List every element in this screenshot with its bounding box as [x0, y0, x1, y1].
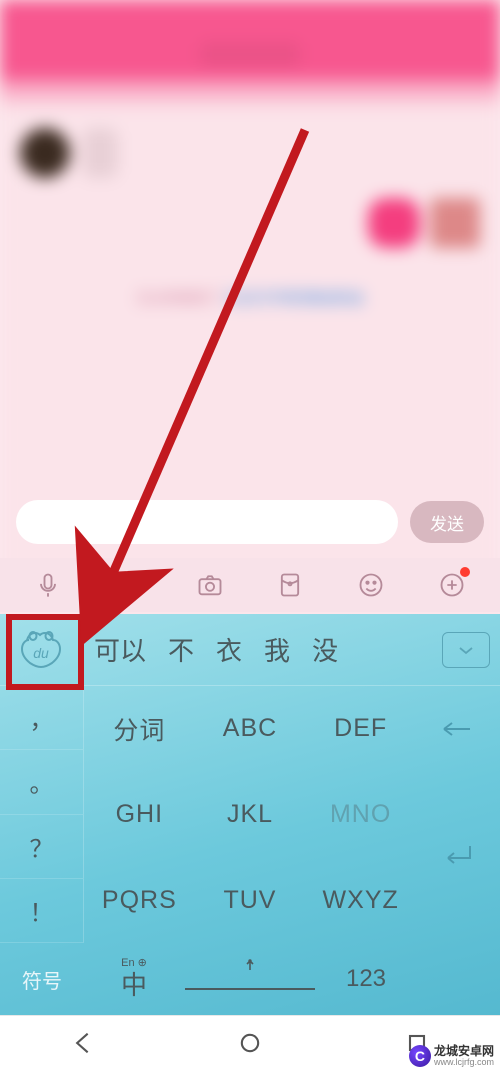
- voice-icon[interactable]: [32, 569, 64, 601]
- candidate[interactable]: 可以: [84, 631, 156, 668]
- spacer: [416, 943, 500, 1015]
- key-abc[interactable]: ABC: [195, 686, 306, 772]
- avatar: [20, 128, 70, 178]
- message-bubble: [82, 128, 118, 178]
- watermark-url: www.lcjrfg.com: [434, 1058, 494, 1067]
- key-grid: 分词 ABC DEF GHI JKL MNO PQRS TUV WXYZ: [84, 686, 416, 943]
- key-def[interactable]: DEF: [305, 686, 416, 772]
- key-mno[interactable]: MNO: [305, 772, 416, 858]
- avatar: [430, 198, 480, 248]
- space-key[interactable]: [184, 943, 316, 1015]
- candidates-expand-button[interactable]: [442, 632, 490, 668]
- candidate[interactable]: 没: [302, 631, 348, 668]
- punct-key[interactable]: 。: [0, 750, 84, 814]
- toolbar: [0, 558, 500, 612]
- watermark-title: 龙城安卓网: [434, 1045, 494, 1058]
- chat-title: [200, 42, 300, 67]
- punct-key[interactable]: ？: [0, 815, 84, 879]
- red-envelope-icon[interactable]: [274, 569, 306, 601]
- language-key[interactable]: En ⊕ 中: [84, 943, 184, 1015]
- nav-home-icon[interactable]: [236, 1029, 264, 1057]
- punct-key[interactable]: ，: [0, 686, 84, 750]
- key-wxyz[interactable]: WXYZ: [305, 857, 416, 943]
- keyboard: du 可以 不 衣 我 没 ， 。 ？ ！ 分词 ABC DEF GHI JKL…: [0, 614, 500, 1015]
- title-bar: [0, 30, 500, 78]
- camera-icon[interactable]: [194, 569, 226, 601]
- message-incoming: [20, 128, 480, 178]
- sys-link[interactable]: 又云打开将您推送权益: [224, 290, 364, 306]
- punct-key[interactable]: ！: [0, 879, 84, 943]
- keyboard-main: ， 。 ？ ！ 分词 ABC DEF GHI JKL MNO PQRS TUV …: [0, 686, 500, 943]
- candidate[interactable]: 不: [158, 631, 204, 668]
- key-jkl[interactable]: JKL: [195, 772, 306, 858]
- nav-back-icon[interactable]: [69, 1029, 97, 1057]
- candidate-bar: du 可以 不 衣 我 没: [0, 614, 500, 686]
- image-icon[interactable]: [113, 569, 145, 601]
- keyboard-bottom-row: 符号 En ⊕ 中 123: [0, 943, 500, 1015]
- punctuation-column: ， 。 ？ ！: [0, 686, 84, 943]
- sys-text: 又从你收到了: [136, 290, 220, 306]
- message-input[interactable]: [16, 500, 398, 544]
- candidate[interactable]: 我: [254, 631, 300, 668]
- watermark-logo: C: [409, 1045, 431, 1067]
- backspace-key[interactable]: [416, 686, 500, 772]
- message-bubble: [368, 198, 420, 248]
- svg-text:du: du: [33, 645, 49, 661]
- status-bar: [0, 0, 500, 30]
- key-tuv[interactable]: TUV: [195, 857, 306, 943]
- notification-dot: [460, 567, 470, 577]
- key-fenci[interactable]: 分词: [84, 686, 195, 772]
- candidate-list: 可以 不 衣 我 没: [82, 631, 432, 668]
- message-outgoing: [20, 198, 480, 248]
- ime-logo-button[interactable]: du: [0, 616, 82, 684]
- send-button[interactable]: 发送: [410, 501, 484, 543]
- key-ghi[interactable]: GHI: [84, 772, 195, 858]
- add-icon[interactable]: [436, 569, 468, 601]
- numeric-key[interactable]: 123: [316, 943, 416, 1015]
- symbol-key[interactable]: 符号: [0, 943, 84, 1015]
- system-message: 又从你收到了 又云打开将您推送权益: [20, 288, 480, 308]
- input-row: 发送: [0, 492, 500, 552]
- watermark: C 龙城安卓网 www.lcjrfg.com: [409, 1045, 494, 1067]
- enter-key[interactable]: [416, 772, 500, 943]
- key-pqrs[interactable]: PQRS: [84, 857, 195, 943]
- candidate[interactable]: 衣: [206, 631, 252, 668]
- right-column: [416, 686, 500, 943]
- emoji-icon[interactable]: [355, 569, 387, 601]
